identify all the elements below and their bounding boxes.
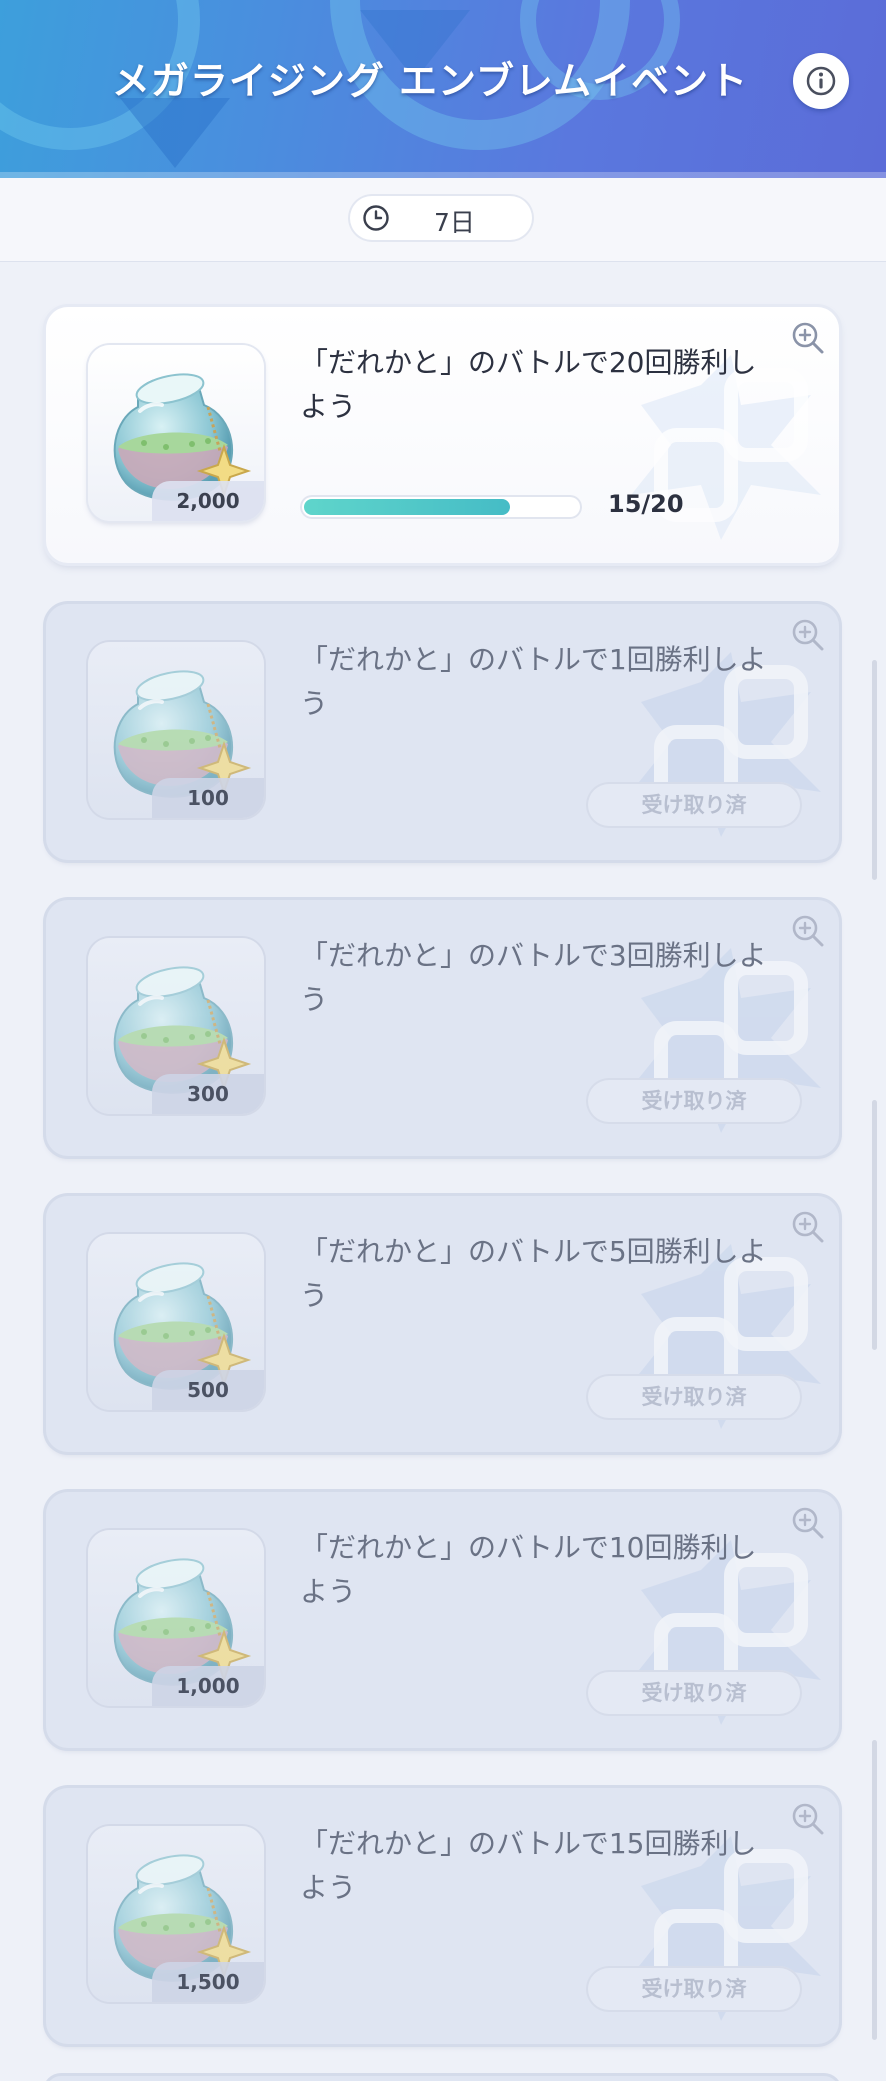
clock-icon [363, 205, 389, 231]
reward-count: 500 [152, 1370, 264, 1410]
mission-card[interactable]: 1,500 「だれかと」のバトルで15回勝利しよう受け取り済 [46, 1788, 839, 2044]
zoom-in-icon[interactable] [789, 1504, 827, 1542]
mission-card[interactable]: 100 「だれかと」のバトルで1回勝利しよう受け取り済 [46, 604, 839, 860]
header-bar: メガライジング エンブレムイベント [0, 0, 886, 178]
claimed-button[interactable]: 受け取り済 [586, 1670, 802, 1716]
reward-count: 2,000 [152, 481, 264, 521]
mission-card[interactable]: 1,000 「だれかと」のバトルで10回勝利しよう受け取り済 [46, 1492, 839, 1748]
progress-label: 15/20 [608, 490, 684, 518]
reward-tile[interactable]: 300 [88, 938, 264, 1114]
remaining-time: 7日 [434, 208, 475, 237]
header-decoration [120, 98, 230, 168]
page-title: メガライジング エンブレムイベント [111, 59, 749, 103]
mission-description: 「だれかと」のバトルで1回勝利しよう [300, 643, 767, 720]
reward-count: 300 [152, 1074, 264, 1114]
claimed-button[interactable]: 受け取り済 [586, 1078, 802, 1124]
reward-count: 1,500 [152, 1962, 264, 2002]
progress-bar [300, 495, 582, 519]
claimed-button[interactable]: 受け取り済 [586, 1374, 802, 1420]
info-icon [806, 66, 836, 96]
mission-card[interactable]: 2,000 「だれかと」のバトルで20回勝利しよう 15/20 [46, 307, 839, 563]
zoom-in-icon[interactable] [789, 1208, 827, 1246]
mission-description: 「だれかと」のバトルで10回勝利しよう [300, 1531, 757, 1608]
zoom-in-icon[interactable] [789, 1800, 827, 1838]
progress-fill [304, 499, 510, 515]
scrollbar[interactable] [872, 660, 877, 880]
event-timer: 7日 [348, 194, 534, 242]
mission-card[interactable]: 300 「だれかと」のバトルで3回勝利しよう受け取り済 [46, 900, 839, 1156]
mission-description: 「だれかと」のバトルで20回勝利しよう [300, 346, 757, 423]
mission-description: 「だれかと」のバトルで5回勝利しよう [300, 1235, 767, 1312]
mission-description: 「だれかと」のバトルで15回勝利しよう [300, 1827, 757, 1904]
reward-tile[interactable]: 1,500 [88, 1826, 264, 2002]
info-button[interactable] [793, 53, 849, 109]
reward-tile[interactable]: 100 [88, 642, 264, 818]
claimed-button[interactable]: 受け取り済 [586, 1966, 802, 2012]
mission-card[interactable]: 500 「だれかと」のバトルで5回勝利しよう受け取り済 [46, 1196, 839, 1452]
claimed-button[interactable]: 受け取り済 [586, 782, 802, 828]
mission-card-partial[interactable] [46, 2076, 839, 2081]
zoom-in-icon[interactable] [789, 912, 827, 950]
scrollbar[interactable] [872, 1100, 877, 1350]
scrollbar[interactable] [872, 1740, 877, 2040]
mission-description: 「だれかと」のバトルで3回勝利しよう [300, 939, 767, 1016]
zoom-in-icon[interactable] [789, 319, 827, 357]
reward-count: 100 [152, 778, 264, 818]
reward-tile[interactable]: 500 [88, 1234, 264, 1410]
reward-tile[interactable]: 1,000 [88, 1530, 264, 1706]
reward-tile[interactable]: 2,000 [88, 345, 264, 521]
zoom-in-icon[interactable] [789, 616, 827, 654]
timer-bar: 7日 [0, 178, 886, 262]
reward-count: 1,000 [152, 1666, 264, 1706]
